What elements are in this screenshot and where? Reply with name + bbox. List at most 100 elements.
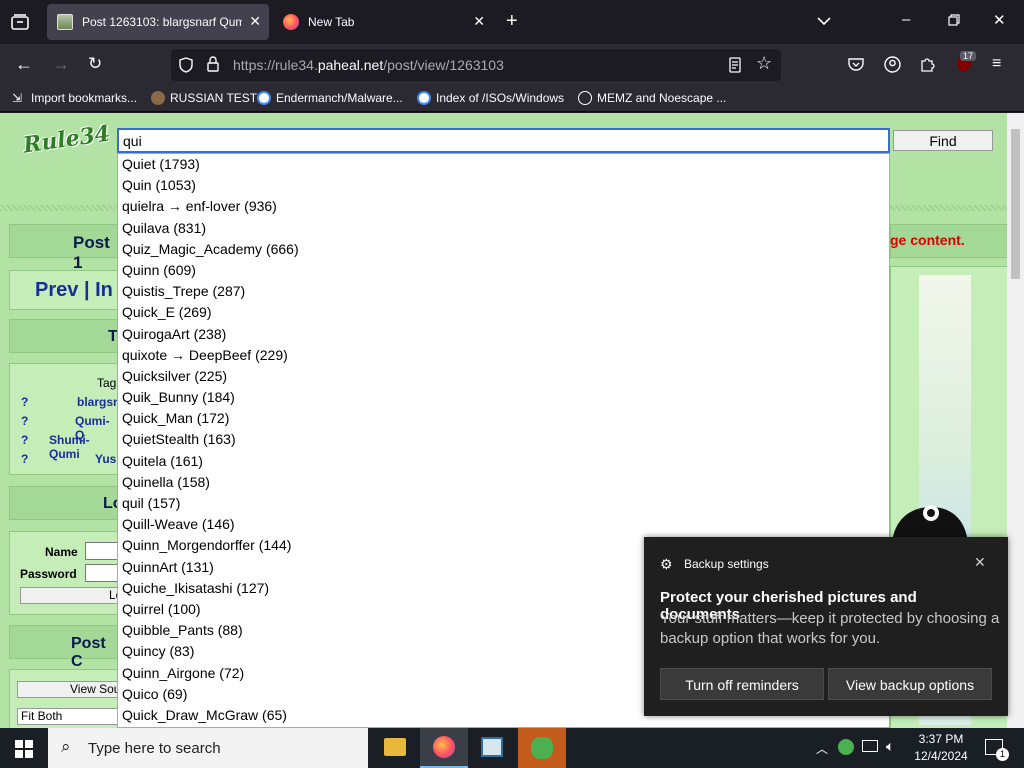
taskbar-search[interactable]: ⌕ Type here to search bbox=[48, 728, 368, 768]
app-window-icon[interactable] bbox=[481, 737, 503, 757]
autocomplete-item[interactable]: QuirogaArt (238) bbox=[118, 324, 889, 345]
site-logo[interactable]: Rule34 bbox=[22, 121, 112, 173]
view-source-button[interactable]: View Sou bbox=[17, 681, 127, 698]
tag-link[interactable]: blargsn bbox=[77, 395, 120, 409]
chevron-down-icon[interactable] bbox=[817, 14, 831, 30]
turn-off-reminders-button[interactable]: Turn off reminders bbox=[660, 668, 824, 700]
reader-view-icon[interactable] bbox=[729, 57, 741, 77]
account-icon[interactable] bbox=[884, 56, 901, 77]
gear-icon: ⚙ bbox=[660, 556, 673, 572]
minimize-icon[interactable]: – bbox=[902, 12, 910, 28]
bookmark-item[interactable]: RUSSIAN TEST bbox=[151, 91, 257, 105]
autocomplete-item[interactable]: Quistis_Trepe (287) bbox=[118, 281, 889, 302]
autocomplete-item[interactable]: Quitela (161) bbox=[118, 451, 889, 472]
extensions-puzzle-icon[interactable] bbox=[920, 56, 936, 76]
tag-help-link[interactable]: ? bbox=[21, 395, 28, 409]
view-backup-options-button[interactable]: View backup options bbox=[828, 668, 992, 700]
tab-new-tab[interactable]: New Tab ✕ bbox=[273, 4, 493, 40]
forward-arrow-icon[interactable]: → bbox=[52, 55, 70, 73]
show-hidden-icons-chevron-icon[interactable]: ︿ bbox=[816, 740, 828, 757]
page-scrollbar[interactable] bbox=[1007, 113, 1024, 728]
close-tab-icon[interactable]: ✕ bbox=[249, 13, 261, 30]
new-tab-plus-icon[interactable]: + bbox=[506, 11, 518, 31]
autocomplete-item[interactable]: Quiz_Magic_Academy (666) bbox=[118, 239, 889, 260]
search-input[interactable] bbox=[117, 128, 890, 153]
close-window-icon[interactable]: ✕ bbox=[993, 13, 1006, 29]
tag-help-link[interactable]: ? bbox=[21, 452, 28, 466]
url-path: /post/view/1263103 bbox=[383, 57, 504, 73]
autocomplete-item[interactable]: QuietStealth (163) bbox=[118, 429, 889, 450]
autocomplete-item[interactable]: Quin (1053) bbox=[118, 175, 889, 196]
autocomplete-item[interactable]: Quick_Man (172) bbox=[118, 408, 889, 429]
autocomplete-item[interactable]: Quinn (609) bbox=[118, 260, 889, 281]
scrollbar-thumb[interactable] bbox=[1011, 129, 1020, 279]
url-prefix: https://rule34. bbox=[233, 57, 318, 73]
backup-notification: ⚙ Backup settings ✕ Protect your cherish… bbox=[644, 537, 1008, 716]
bookmark-item[interactable]: MEMZ and Noescape ... bbox=[578, 91, 726, 105]
autocomplete-item[interactable]: Quiet (1793) bbox=[118, 154, 889, 175]
clock-time[interactable]: 3:37 PM bbox=[912, 732, 970, 746]
tab-post[interactable]: Post 1263103: blargsnarf Qumi- ✕ bbox=[47, 4, 269, 40]
back-arrow-icon[interactable]: ← bbox=[15, 55, 33, 73]
find-button[interactable]: Find bbox=[893, 130, 993, 151]
url-text[interactable]: https://rule34.paheal.net/post/view/1263… bbox=[233, 57, 504, 73]
taskbar-search-placeholder: Type here to search bbox=[88, 740, 221, 757]
file-explorer-icon[interactable] bbox=[384, 738, 406, 756]
search-icon: ⌕ bbox=[61, 737, 71, 756]
lock-icon[interactable] bbox=[207, 56, 219, 76]
autocomplete-item[interactable]: Quik_Bunny (184) bbox=[118, 387, 889, 408]
post-controls-heading: Post C bbox=[9, 625, 119, 670]
import-icon: ⇲ bbox=[12, 91, 23, 105]
shield-icon[interactable] bbox=[179, 57, 193, 77]
close-tab-icon[interactable]: ✕ bbox=[473, 13, 485, 30]
close-notification-icon[interactable]: ✕ bbox=[974, 554, 986, 571]
tags-block: Tag ? blargsn ? Qumi-Q ? Shumi-Qumi ? Yu… bbox=[9, 363, 120, 475]
bookmark-label: Index of /ISOs/Windows bbox=[436, 91, 565, 105]
autocomplete-item[interactable]: Quick_E (269) bbox=[118, 302, 889, 323]
tag-help-link[interactable]: ? bbox=[21, 414, 28, 428]
tag-help-link[interactable]: ? bbox=[21, 433, 28, 447]
tray-app-icon[interactable] bbox=[838, 739, 854, 755]
frog-icon bbox=[531, 737, 553, 759]
network-icon[interactable] bbox=[862, 740, 878, 752]
prev-link[interactable]: Prev bbox=[35, 279, 78, 301]
autocomplete-item[interactable]: Quilava (831) bbox=[118, 218, 889, 239]
extension-count-badge: 17 bbox=[960, 51, 977, 61]
bookmark-star-icon[interactable]: ☆ bbox=[756, 54, 772, 72]
tags-heading: Ta bbox=[9, 319, 125, 353]
login-button[interactable]: Lo bbox=[20, 587, 130, 604]
tab-list-icon[interactable] bbox=[11, 14, 29, 34]
name-label: Name bbox=[45, 545, 78, 559]
menu-icon[interactable]: ≡ bbox=[992, 56, 1001, 72]
autocomplete-item[interactable]: quil (157) bbox=[118, 493, 889, 514]
bookmark-label: MEMZ and Noescape ... bbox=[597, 91, 727, 105]
autocomplete-item[interactable]: Quinella (158) bbox=[118, 472, 889, 493]
pocket-icon[interactable] bbox=[848, 57, 864, 75]
bookmark-item[interactable]: Endermanch/Malware... bbox=[257, 91, 403, 105]
index-link[interactable]: In bbox=[95, 279, 113, 301]
bookmark-item[interactable]: Index of /ISOs/Windows bbox=[417, 91, 564, 105]
tag-link[interactable]: Yusi bbox=[95, 452, 120, 466]
post-image-figure bbox=[893, 505, 967, 537]
firefox-icon bbox=[283, 14, 299, 30]
autocomplete-item[interactable]: quixote → DeepBeef (229) bbox=[118, 345, 889, 366]
taskbar-firefox[interactable] bbox=[420, 728, 468, 768]
autocomplete-item[interactable]: Quicksilver (225) bbox=[118, 366, 889, 387]
notification-body: Your stuff matters—keep it protected by … bbox=[660, 610, 1000, 647]
bookmark-item[interactable]: ⇲ Import bookmarks... bbox=[12, 91, 137, 105]
autocomplete-item[interactable]: quielra → enf-lover (936) bbox=[118, 196, 889, 217]
restore-icon[interactable] bbox=[948, 14, 960, 30]
taskbar: ⌕ Type here to search ︿ 🔈︎ 3:37 PM 12/4/… bbox=[0, 728, 1024, 768]
taskbar-game-app[interactable] bbox=[518, 728, 566, 768]
login-block: Name Password Lo bbox=[9, 531, 130, 615]
google-icon bbox=[257, 91, 271, 105]
fit-select[interactable]: Fit Both bbox=[17, 708, 127, 725]
url-host: paheal.net bbox=[317, 57, 384, 73]
url-bar[interactable]: https://rule34.paheal.net/post/view/1263… bbox=[171, 49, 781, 81]
windows-start-icon[interactable] bbox=[15, 740, 33, 761]
clock-date[interactable]: 12/4/2024 bbox=[910, 749, 972, 763]
volume-icon[interactable]: 🔈︎ bbox=[886, 738, 894, 755]
autocomplete-item[interactable]: Quill-Weave (146) bbox=[118, 514, 889, 535]
bookmark-label: RUSSIAN TEST bbox=[170, 91, 258, 105]
reload-icon[interactable]: ↻ bbox=[88, 55, 102, 72]
